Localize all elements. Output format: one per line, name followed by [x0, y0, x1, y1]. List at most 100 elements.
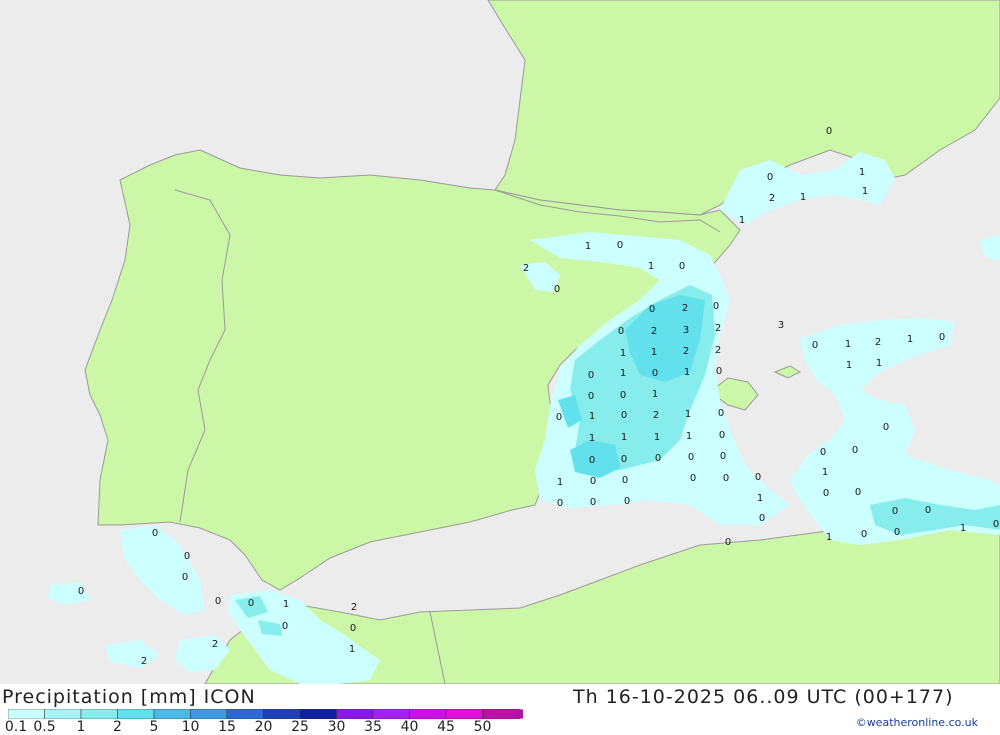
map-value-label: 1	[620, 368, 626, 379]
legend-arrow	[519, 709, 523, 719]
map-value-label: 0	[215, 596, 221, 607]
map-value-label: 0	[152, 528, 158, 539]
map-value-label: 1	[876, 358, 882, 369]
map-value-label: 1	[800, 192, 806, 203]
map-value-label: 3	[683, 325, 689, 336]
map-value-label: 0	[718, 408, 724, 419]
map-value-label: 1	[648, 261, 654, 272]
map-value-label: 0	[78, 586, 84, 597]
legend-swatch	[409, 709, 447, 719]
map-value-label: 0	[184, 551, 190, 562]
footer-bar: Precipitation [mm] ICON Th 16-10-2025 06…	[0, 684, 1000, 735]
legend-swatch	[336, 709, 374, 719]
legend-colorbar	[8, 709, 523, 719]
legend-swatch	[44, 709, 82, 719]
legend-swatch	[153, 709, 191, 719]
map-value-label: 0	[993, 519, 999, 530]
map-value-label: 0	[588, 391, 594, 402]
map-value-label: 2	[351, 602, 357, 613]
map-value-label: 0	[557, 498, 563, 509]
map-value-label: 0	[649, 304, 655, 315]
map-value-label: 0	[892, 506, 898, 517]
map-value-label: 2	[683, 346, 689, 357]
map-value-label: 2	[769, 193, 775, 204]
map-value-label: 1	[757, 493, 763, 504]
map-value-label: 0	[182, 572, 188, 583]
map-value-label: 1	[845, 339, 851, 350]
map-value-label: 0	[826, 126, 832, 137]
map-value-label: 0	[679, 261, 685, 272]
map-value-label: 2	[875, 337, 881, 348]
map-value-label: 1	[557, 477, 563, 488]
map-value-label: 0	[812, 340, 818, 351]
map-value-label: 0	[624, 496, 630, 507]
map-value-label: 0	[622, 475, 628, 486]
map-value-label: 1	[651, 347, 657, 358]
map-value-label: 1	[621, 432, 627, 443]
legend-swatch	[226, 709, 264, 719]
map-value-label: 0	[589, 455, 595, 466]
map-title: Precipitation [mm] ICON	[2, 686, 256, 708]
map-value-label: 1	[654, 432, 660, 443]
map-value-label: 1	[862, 186, 868, 197]
map-value-label: 0	[590, 476, 596, 487]
map-value-label: 0	[282, 621, 288, 632]
legend-swatch	[482, 709, 520, 719]
map-value-label: 2	[653, 410, 659, 421]
map-value-label: 1	[620, 348, 626, 359]
map-value-label: 1	[589, 411, 595, 422]
map-value-label: 0	[620, 390, 626, 401]
legend-swatch	[80, 709, 118, 719]
map-value-label: 1	[846, 360, 852, 371]
map-value-label: 0	[716, 366, 722, 377]
map-value-label: 0	[652, 368, 658, 379]
map-value-label: 1	[652, 389, 658, 400]
map-value-label: 0	[820, 447, 826, 458]
map-value-label: 0	[720, 451, 726, 462]
map-value-label: 2	[523, 263, 529, 274]
map-value-label: 1	[907, 334, 913, 345]
map-datetime: Th 16-10-2025 06..09 UTC (00+177)	[573, 686, 954, 708]
map-value-label: 1	[739, 215, 745, 226]
map-value-label: 0	[894, 527, 900, 538]
map-value-label: 0	[725, 537, 731, 548]
map-value-label: 3	[778, 320, 784, 331]
map-value-label: 0	[588, 370, 594, 381]
map-value-label: 1	[826, 532, 832, 543]
legend-swatch	[117, 709, 155, 719]
map-value-label: 0	[617, 240, 623, 251]
map-value-label: 1	[684, 367, 690, 378]
map-value-label: 1	[349, 644, 355, 655]
legend-swatch	[190, 709, 228, 719]
legend-swatch	[299, 709, 337, 719]
map-value-label: 1	[960, 523, 966, 534]
map-value-label: 1	[686, 431, 692, 442]
map-value-label: 0	[861, 529, 867, 540]
map-value-label: 1	[685, 409, 691, 420]
map-value-label: 0	[621, 410, 627, 421]
legend-swatch	[445, 709, 483, 719]
map-value-label: 0	[939, 332, 945, 343]
map-value-label: 1	[589, 433, 595, 444]
map-value-label: 2	[212, 639, 218, 650]
map-value-label: 0	[755, 472, 761, 483]
map-value-label: 0	[925, 505, 931, 516]
map-value-label: 0	[350, 623, 356, 634]
map-value-label: 2	[682, 303, 688, 314]
map-value-label: 0	[655, 453, 661, 464]
map-value-label: 1	[859, 167, 865, 178]
map-value-label: 0	[690, 473, 696, 484]
map-value-label: 1	[822, 467, 828, 478]
credit-link[interactable]: ©weatheronline.co.uk	[856, 716, 978, 729]
map-canvas: 0 1 1 2 1 1 1 0 0 1 0 2 0 0 0 2 3 0 2 3 2 0 1 2 1 0 1 1 2 2 1 1 0 1 0 1 0 0 0 1…	[0, 0, 1000, 685]
map-value-label: 0	[713, 301, 719, 312]
precipitation-map[interactable]: 0 1 1 2 1 1 1 0 0 1 0 2 0 0 0 2 3 0 2 3 2 0 1 2 1 0 1 1 2 2 1 1 0 1 0 1 0 0 0 1…	[0, 0, 1000, 685]
legend-swatch	[372, 709, 410, 719]
map-value-label: 0	[554, 284, 560, 295]
legend-swatch	[263, 709, 301, 719]
map-value-label: 0	[759, 513, 765, 524]
map-value-label: 0	[556, 412, 562, 423]
map-value-label: 0	[618, 326, 624, 337]
map-value-label: 0	[852, 445, 858, 456]
map-value-label: 0	[883, 422, 889, 433]
